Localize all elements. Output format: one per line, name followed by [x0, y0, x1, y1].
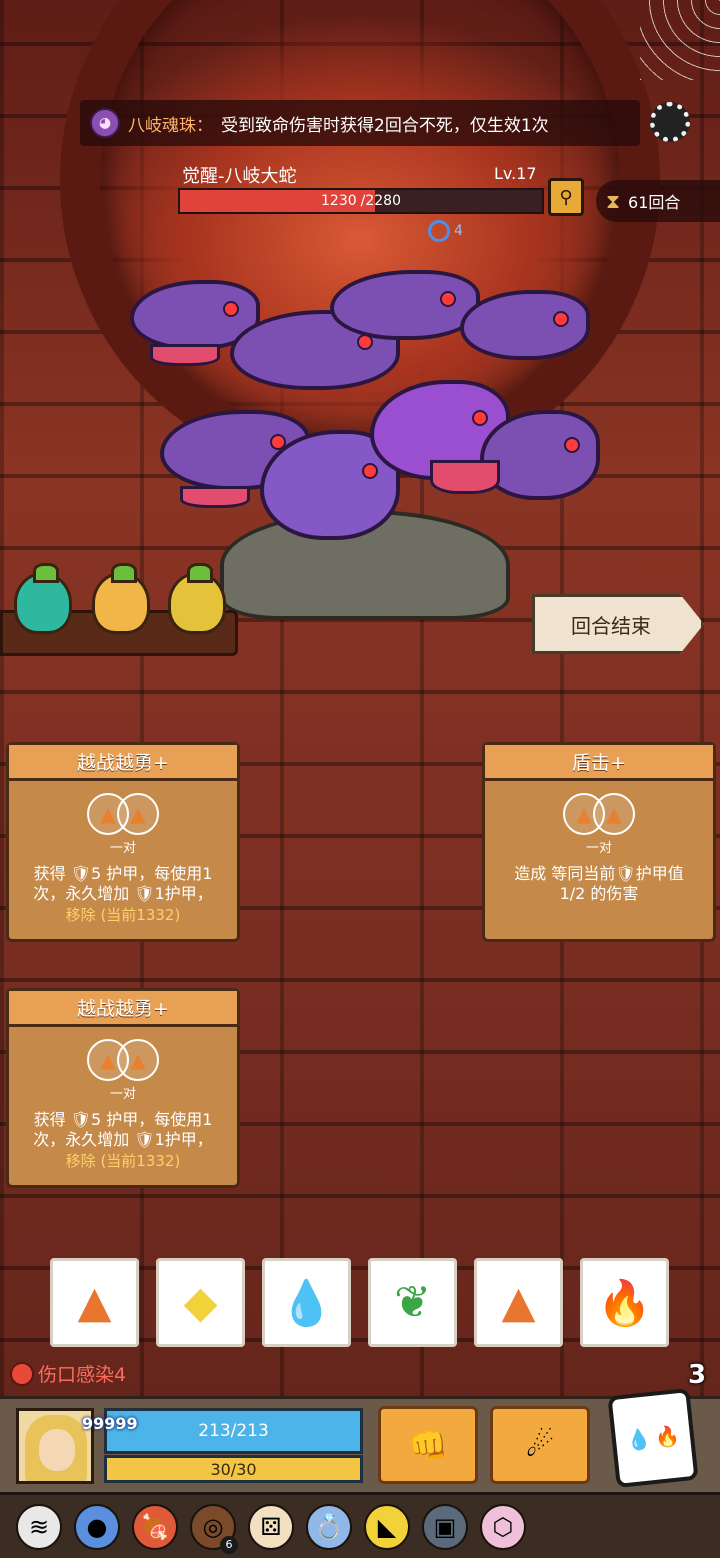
potion-yellow[interactable]	[168, 563, 226, 634]
fire-icon: 🔥	[597, 1277, 652, 1329]
rolled-die[interactable]: 🔥	[580, 1258, 669, 1347]
settings-gear-icon[interactable]	[650, 102, 690, 142]
hydra-head	[460, 290, 590, 360]
relic-effect-banner: ◕ 八岐魂珠： 受到致命伤害时获得2回合不死，仅生效1次	[80, 100, 640, 146]
skill-card[interactable]: 越战越勇+ ▲ ▲ 一对 获得 🛡5 护甲，每使用1 次，永久增加 🛡1护甲， …	[6, 742, 240, 942]
rolled-die[interactable]: ❦	[368, 1258, 457, 1347]
fist-skill-button[interactable]: 👊	[378, 1406, 478, 1484]
boss-hp-current: 1230	[321, 193, 357, 209]
lightning-icon: ◆	[183, 1277, 218, 1328]
turn-count: 61回合	[628, 193, 681, 212]
card-current-value: (当前1332)	[100, 1152, 181, 1170]
hydra-jaw	[180, 486, 250, 508]
rolled-die[interactable]: 💧	[262, 1258, 351, 1347]
blue-stones-relic-icon[interactable]: ●	[74, 1503, 120, 1550]
hydra-jaw	[430, 460, 500, 494]
reroll-count: 3	[688, 1360, 707, 1390]
water-icon: 💧	[624, 1426, 653, 1453]
reroll-dice-button[interactable]: 💧 🔥	[607, 1387, 699, 1489]
potion-teal[interactable]	[14, 563, 72, 634]
hourglass-icon: ⧗	[606, 189, 621, 213]
rolled-die[interactable]: ▲	[474, 1258, 563, 1347]
rolled-die[interactable]: ◆	[156, 1258, 245, 1347]
card-requirement: 一对	[585, 841, 612, 856]
hydra-jaw	[150, 344, 220, 366]
player-energy-bar: 30/30	[104, 1455, 363, 1483]
earth-icon: ▲	[77, 1277, 112, 1328]
card-title: 盾击+	[485, 745, 713, 781]
card-description-line: 获得 🛡5 护甲，每使用1	[33, 864, 213, 883]
spiked-dice-relic-icon[interactable]: ⚄	[248, 1503, 294, 1550]
player-hp-bar: 213/213	[104, 1408, 363, 1454]
card-description-line: 次，永久增加 🛡1护甲，	[33, 884, 213, 903]
earth-slot-icon: ▲	[117, 1039, 159, 1081]
wound-infection-icon	[10, 1361, 34, 1386]
debuff-indicator[interactable]: 伤口感染4	[10, 1360, 126, 1387]
rolled-die[interactable]: ▲	[50, 1258, 139, 1347]
boss-status-value: 4	[454, 223, 463, 239]
card-description-line: 1/2 的伤害	[559, 884, 639, 903]
debuff-label: 伤口感染4	[38, 1364, 127, 1386]
water-icon: 💧	[279, 1277, 334, 1329]
boss-name: 觉醒-八岐大蛇	[182, 166, 297, 187]
card-description-line: 次，永久增加 🛡1护甲，	[33, 1130, 213, 1149]
card-remove-label: 移除	[65, 906, 96, 924]
skill-card[interactable]: 盾击+ ▲ ▲ 一对 造成 等同当前🛡护甲值 1/2 的伤害	[482, 742, 716, 942]
enemy-intent-button[interactable]: ⚲	[548, 178, 584, 216]
end-turn-button[interactable]: 回合结束	[532, 594, 704, 654]
potion-orange[interactable]	[92, 563, 150, 634]
d20-relic-icon[interactable]: ⬡	[480, 1503, 526, 1550]
relic-bar: ≋ ● 🍖 ◎ 6 ⚄ 💍 ◣ ▣ ⬡	[0, 1492, 720, 1558]
wind-icon: ❦	[394, 1277, 431, 1328]
cheese-relic-icon[interactable]: ◣	[364, 1503, 410, 1550]
earth-slot-icon: ▲	[117, 793, 159, 835]
hydra-orb-icon: ◕	[90, 108, 120, 138]
relic-description: 受到致命伤害时获得2回合不死，仅生效1次	[221, 115, 549, 136]
brazier-relic-icon[interactable]: ◎ 6	[190, 1503, 238, 1554]
card-description-line: 获得 🛡5 护甲，每使用1	[33, 1110, 213, 1129]
card-requirement: 一对	[109, 841, 136, 856]
boss-status-effect[interactable]: 4	[428, 220, 463, 242]
cube-relic-icon[interactable]: ▣	[422, 1503, 468, 1550]
spider-web-decoration	[640, 0, 720, 80]
relic-count: 6	[220, 1535, 238, 1554]
card-remove-label: 移除	[65, 1152, 96, 1170]
fireball-skill-button[interactable]: ☄	[490, 1406, 590, 1484]
turn-counter: ⧗ 61回合	[596, 180, 720, 222]
tiger-claw-relic-icon[interactable]: ≋	[16, 1503, 62, 1550]
card-title: 越战越勇+	[9, 991, 237, 1027]
dice-row: ▲ ◆ 💧 ❦ ▲ 🔥	[50, 1258, 669, 1347]
player-armor: 99999	[82, 1414, 138, 1433]
fire-icon: 🔥	[653, 1423, 682, 1450]
card-title: 越战越勇+	[9, 745, 237, 781]
swirl-status-icon	[428, 220, 450, 242]
earth-icon: ▲	[501, 1277, 536, 1328]
boss-hp-max: /2280	[360, 193, 401, 209]
card-current-value: (当前1332)	[100, 906, 181, 924]
boss-hp-bar: 1230 /2280	[178, 188, 544, 214]
boss-level: Lv.17	[494, 164, 537, 183]
card-description-line: 造成 等同当前🛡护甲值	[514, 864, 684, 883]
relic-name: 八岐魂珠：	[128, 115, 213, 136]
earth-slot-icon: ▲	[593, 793, 635, 835]
meat-relic-icon[interactable]: 🍖	[132, 1503, 178, 1550]
card-requirement: 一对	[109, 1087, 136, 1102]
hydra-head	[330, 270, 480, 340]
ring-relic-icon[interactable]: 💍	[306, 1503, 352, 1550]
skill-card[interactable]: 越战越勇+ ▲ ▲ 一对 获得 🛡5 护甲，每使用1 次，永久增加 🛡1护甲， …	[6, 988, 240, 1188]
